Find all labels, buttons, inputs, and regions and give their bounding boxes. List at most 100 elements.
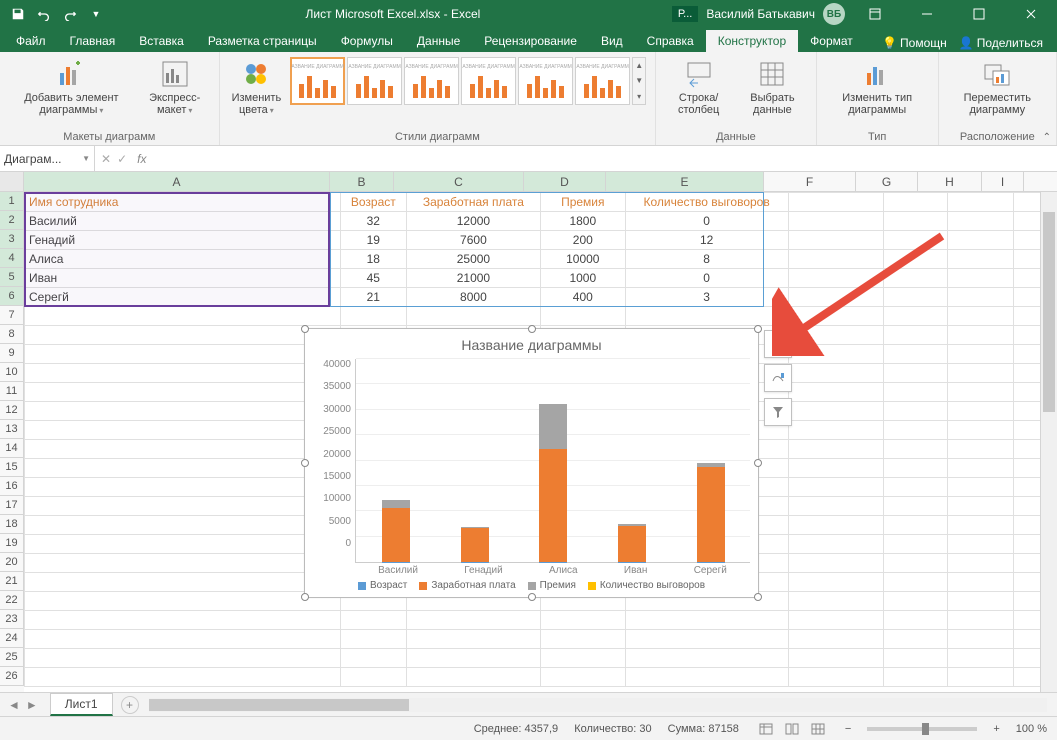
- row-header[interactable]: 19: [0, 534, 24, 553]
- row-header[interactable]: 13: [0, 420, 24, 439]
- user-name[interactable]: Василий Батькавич: [706, 7, 815, 21]
- select-all-corner[interactable]: [0, 172, 24, 191]
- tab-page-layout[interactable]: Разметка страницы: [196, 30, 329, 52]
- resize-handle[interactable]: [528, 325, 536, 333]
- fx-icon[interactable]: fx: [133, 152, 150, 166]
- row-header[interactable]: 5: [0, 268, 24, 287]
- change-chart-type-button[interactable]: Изменить тип диаграммы: [825, 56, 930, 118]
- add-sheet-button[interactable]: +: [121, 696, 139, 714]
- tab-home[interactable]: Главная: [58, 30, 128, 52]
- horizontal-scrollbar[interactable]: [149, 698, 1047, 712]
- chart-styles-button[interactable]: [764, 364, 792, 392]
- tab-insert[interactable]: Вставка: [127, 30, 196, 52]
- redo-icon[interactable]: [60, 4, 80, 24]
- column-header[interactable]: C: [394, 172, 524, 191]
- row-header[interactable]: 26: [0, 667, 24, 686]
- column-header[interactable]: G: [856, 172, 918, 191]
- resize-handle[interactable]: [301, 593, 309, 601]
- minimize-button[interactable]: [905, 0, 949, 28]
- row-header[interactable]: 25: [0, 648, 24, 667]
- share-button[interactable]: 👤Поделиться: [955, 34, 1047, 52]
- zoom-in-button[interactable]: +: [993, 723, 999, 735]
- chart-style-3[interactable]: НАЗВАНИЕ ДИАГРАММЫ: [404, 57, 459, 105]
- page-break-view-button[interactable]: [807, 720, 829, 738]
- resize-handle[interactable]: [754, 325, 762, 333]
- row-header[interactable]: 11: [0, 382, 24, 401]
- normal-view-button[interactable]: [755, 720, 777, 738]
- row-header[interactable]: 3: [0, 230, 24, 249]
- tab-file[interactable]: Файл: [4, 30, 58, 52]
- sheet-nav[interactable]: ◄►: [0, 698, 46, 712]
- chart-plot-area[interactable]: [355, 359, 750, 563]
- column-header[interactable]: E: [606, 172, 764, 191]
- collapse-ribbon-icon[interactable]: ⌃: [1043, 132, 1051, 143]
- undo-icon[interactable]: [34, 4, 54, 24]
- enter-formula-icon[interactable]: ✓: [117, 152, 127, 166]
- resize-handle[interactable]: [754, 593, 762, 601]
- maximize-button[interactable]: [957, 0, 1001, 28]
- chart-legend[interactable]: ВозрастЗаработная платаПремияКоличество …: [313, 576, 750, 593]
- tab-format[interactable]: Формат: [798, 30, 865, 52]
- cells-area[interactable]: Имя сотрудникаВозрастЗаработная платаПре…: [24, 192, 1057, 692]
- column-header[interactable]: B: [330, 172, 394, 191]
- row-header[interactable]: 24: [0, 629, 24, 648]
- save-icon[interactable]: [8, 4, 28, 24]
- resize-handle[interactable]: [301, 459, 309, 467]
- row-header[interactable]: 22: [0, 591, 24, 610]
- column-header[interactable]: A: [24, 172, 330, 191]
- sheet-tab-1[interactable]: Лист1: [50, 693, 113, 716]
- row-header[interactable]: 20: [0, 553, 24, 572]
- chart-style-5[interactable]: НАЗВАНИЕ ДИАГРАММЫ: [518, 57, 573, 105]
- chart-filters-button[interactable]: [764, 398, 792, 426]
- name-box[interactable]: Диаграм... ▼: [0, 146, 95, 171]
- switch-row-column-button[interactable]: Строка/ столбец: [664, 56, 733, 118]
- row-header[interactable]: 1: [0, 192, 24, 211]
- chart-elements-button[interactable]: [764, 330, 792, 358]
- resize-handle[interactable]: [528, 593, 536, 601]
- close-button[interactable]: [1009, 0, 1053, 28]
- zoom-slider[interactable]: [867, 727, 977, 731]
- account-switch[interactable]: Р...: [672, 6, 698, 22]
- vertical-scrollbar[interactable]: [1040, 192, 1057, 692]
- row-header[interactable]: 8: [0, 325, 24, 344]
- tab-review[interactable]: Рецензирование: [472, 30, 589, 52]
- chart-style-4[interactable]: НАЗВАНИЕ ДИАГРАММЫ: [461, 57, 516, 105]
- column-header[interactable]: D: [524, 172, 606, 191]
- tab-help[interactable]: Справка: [635, 30, 706, 52]
- row-header[interactable]: 9: [0, 344, 24, 363]
- column-header[interactable]: H: [918, 172, 982, 191]
- chart-style-1[interactable]: НАЗВАНИЕ ДИАГРАММЫ: [290, 57, 345, 105]
- tab-data[interactable]: Данные: [405, 30, 472, 52]
- select-data-button[interactable]: Выбрать данные: [737, 56, 808, 118]
- change-colors-button[interactable]: Изменить цвета: [228, 56, 286, 118]
- row-header[interactable]: 17: [0, 496, 24, 515]
- tell-me-button[interactable]: 💡Помощн: [878, 34, 951, 52]
- zoom-level[interactable]: 100 %: [1016, 723, 1047, 735]
- tab-design[interactable]: Конструктор: [706, 30, 798, 52]
- chart-style-2[interactable]: НАЗВАНИЕ ДИАГРАММЫ: [347, 57, 402, 105]
- row-header[interactable]: 6: [0, 287, 24, 306]
- row-header[interactable]: 12: [0, 401, 24, 420]
- row-header[interactable]: 10: [0, 363, 24, 382]
- column-header[interactable]: I: [982, 172, 1024, 191]
- row-header[interactable]: 2: [0, 211, 24, 230]
- chart-style-6[interactable]: НАЗВАНИЕ ДИАГРАММЫ: [575, 57, 630, 105]
- row-header[interactable]: 21: [0, 572, 24, 591]
- page-layout-view-button[interactable]: [781, 720, 803, 738]
- add-chart-element-button[interactable]: Добавить элемент диаграммы: [8, 56, 135, 118]
- style-gallery-more[interactable]: ▲▼▾: [632, 57, 646, 105]
- tab-view[interactable]: Вид: [589, 30, 635, 52]
- zoom-out-button[interactable]: −: [845, 723, 851, 735]
- qat-customize-icon[interactable]: ▼: [86, 4, 106, 24]
- move-chart-button[interactable]: Переместить диаграмму: [947, 56, 1048, 118]
- quick-layout-button[interactable]: Экспресс-макет: [139, 56, 211, 118]
- row-header[interactable]: 4: [0, 249, 24, 268]
- row-header[interactable]: 14: [0, 439, 24, 458]
- tab-formulas[interactable]: Формулы: [329, 30, 405, 52]
- chart-title[interactable]: Название диаграммы: [313, 335, 750, 359]
- column-header[interactable]: F: [764, 172, 856, 191]
- row-header[interactable]: 23: [0, 610, 24, 629]
- ribbon-display-options-icon[interactable]: [853, 0, 897, 28]
- resize-handle[interactable]: [301, 325, 309, 333]
- row-header[interactable]: 16: [0, 477, 24, 496]
